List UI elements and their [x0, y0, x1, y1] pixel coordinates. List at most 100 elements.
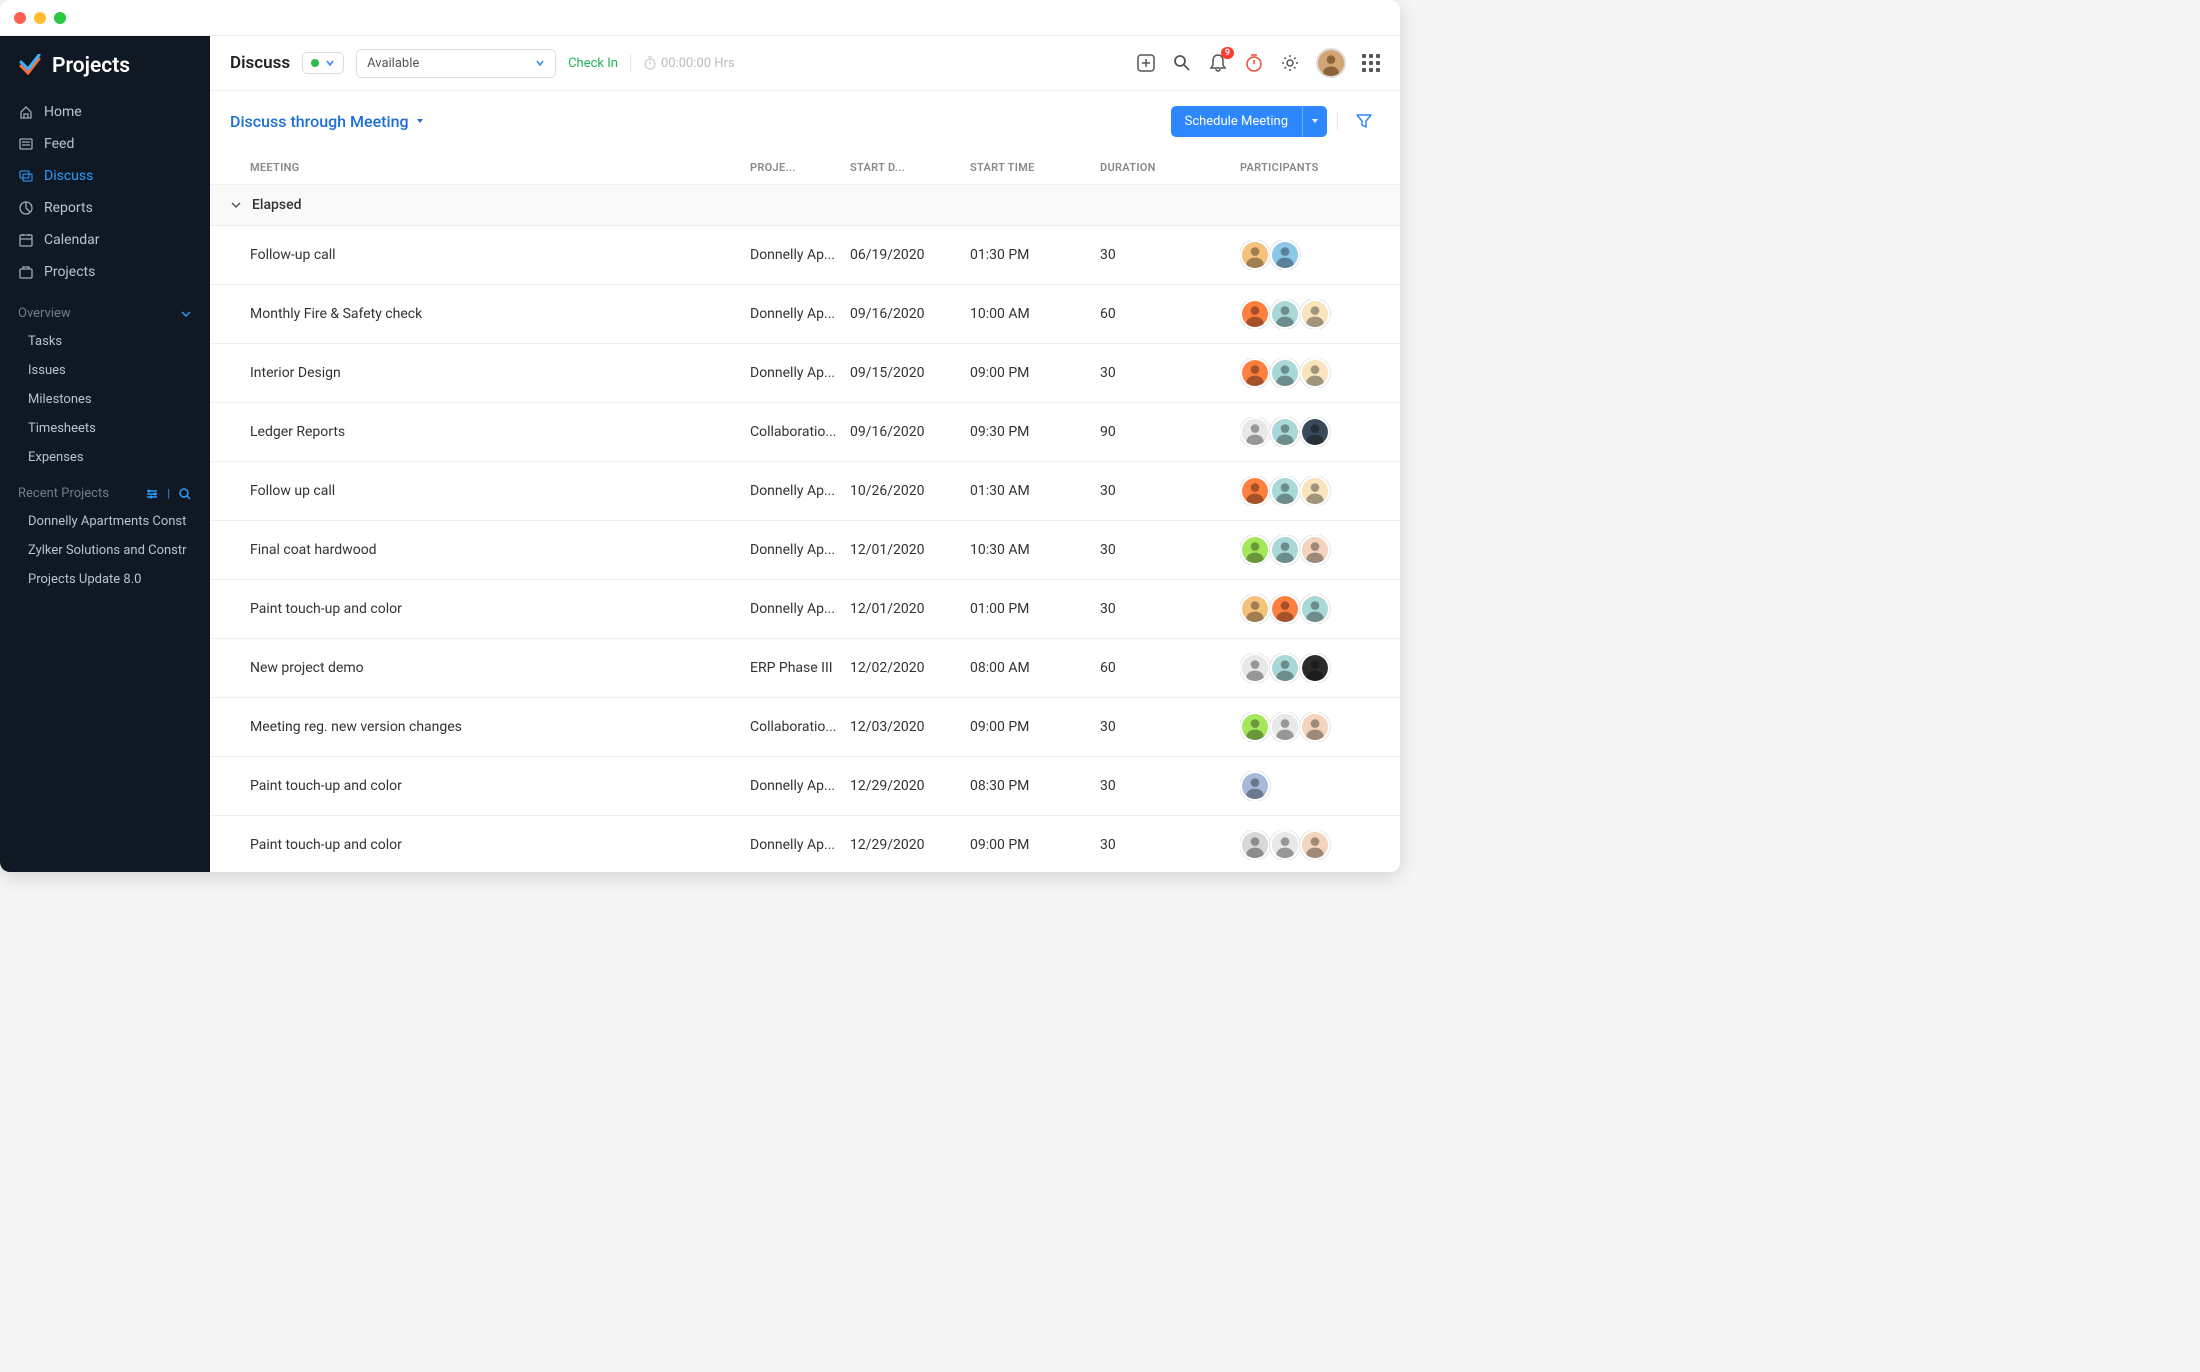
participant-avatar — [1300, 712, 1330, 742]
meeting-row[interactable]: New project demo ERP Phase III 12/02/202… — [210, 639, 1400, 698]
meeting-date: 06/19/2020 — [850, 247, 970, 263]
col-start-date[interactable]: START D... — [850, 161, 970, 174]
meeting-date: 12/01/2020 — [850, 542, 970, 558]
meeting-project: Donnelly Ap... — [750, 306, 850, 322]
settings-icon[interactable] — [145, 487, 159, 501]
view-dropdown[interactable]: Discuss through Meeting — [230, 112, 425, 131]
meeting-time: 10:00 AM — [970, 306, 1100, 322]
checkin-link[interactable]: Check In — [568, 56, 618, 71]
meeting-row[interactable]: Follow up call Donnelly Ap... 10/26/2020… — [210, 462, 1400, 521]
overview-item-expenses[interactable]: Expenses — [0, 443, 210, 472]
search-icon[interactable] — [1172, 53, 1192, 73]
divider — [630, 54, 631, 72]
participant-avatar — [1300, 358, 1330, 388]
meeting-row[interactable]: Paint touch-up and color Donnelly Ap... … — [210, 757, 1400, 816]
sidebar-item-home[interactable]: Home — [0, 96, 210, 128]
schedule-dropdown-arrow[interactable] — [1302, 106, 1327, 137]
sidebar-item-feed[interactable]: Feed — [0, 128, 210, 160]
participant-avatar — [1270, 476, 1300, 506]
overview-label: Overview — [18, 306, 71, 321]
col-meeting[interactable]: MEETING — [250, 161, 750, 174]
meeting-date: 12/02/2020 — [850, 660, 970, 676]
meeting-participants — [1240, 712, 1380, 742]
schedule-meeting-button[interactable]: Schedule Meeting — [1171, 106, 1327, 137]
overview-item-milestones[interactable]: Milestones — [0, 385, 210, 414]
meeting-row[interactable]: Ledger Reports Collaboratio... 09/16/202… — [210, 403, 1400, 462]
overview-item-issues[interactable]: Issues — [0, 356, 210, 385]
sidebar-item-projects[interactable]: Projects — [0, 256, 210, 288]
participant-avatar — [1270, 299, 1300, 329]
sidebar-item-reports[interactable]: Reports — [0, 192, 210, 224]
timer-icon[interactable] — [1244, 53, 1264, 73]
subheader: Discuss through Meeting Schedule Meeting — [210, 91, 1400, 151]
meeting-project: ERP Phase III — [750, 660, 850, 676]
group-header[interactable]: Elapsed — [210, 185, 1400, 226]
add-icon[interactable] — [1136, 53, 1156, 73]
nav-label: Discuss — [44, 168, 93, 184]
participant-avatar — [1300, 299, 1330, 329]
gear-icon[interactable] — [1280, 53, 1300, 73]
meeting-duration: 60 — [1100, 306, 1240, 322]
meeting-duration: 30 — [1100, 719, 1240, 735]
notifications-button[interactable]: 9 — [1208, 53, 1228, 73]
col-start-time[interactable]: START TIME — [970, 161, 1100, 174]
meeting-row[interactable]: Monthly Fire & Safety check Donnelly Ap.… — [210, 285, 1400, 344]
meeting-duration: 60 — [1100, 660, 1240, 676]
nav-label: Calendar — [44, 232, 100, 248]
meeting-row[interactable]: Interior Design Donnelly Ap... 09/15/202… — [210, 344, 1400, 403]
window-maximize-icon[interactable] — [54, 12, 66, 24]
recent-label: Recent Projects — [18, 486, 109, 501]
meeting-title: Final coat hardwood — [250, 542, 750, 558]
meeting-participants — [1240, 417, 1380, 447]
meeting-project: Donnelly Ap... — [750, 837, 850, 853]
meeting-project: Donnelly Ap... — [750, 778, 850, 794]
meeting-row[interactable]: Meeting reg. new version changes Collabo… — [210, 698, 1400, 757]
meeting-duration: 30 — [1100, 837, 1240, 853]
search-icon[interactable] — [178, 487, 192, 501]
caret-down-icon — [415, 116, 425, 126]
sidebar-section-overview[interactable]: Overview — [0, 292, 210, 327]
overview-item-timesheets[interactable]: Timesheets — [0, 414, 210, 443]
status-dropdown[interactable] — [302, 52, 344, 74]
table-header: MEETING PROJE... START D... START TIME D… — [210, 151, 1400, 185]
filter-button[interactable] — [1348, 105, 1380, 137]
availability-select[interactable]: Available — [356, 49, 556, 78]
chevron-down-icon — [535, 58, 545, 68]
timer-display: 00:00:00 Hrs — [643, 56, 735, 71]
feed-icon — [18, 136, 34, 152]
reports-icon — [18, 200, 34, 216]
participant-avatar — [1270, 653, 1300, 683]
sidebar-item-discuss[interactable]: Discuss — [0, 160, 210, 192]
meeting-time: 09:30 PM — [970, 424, 1100, 440]
user-avatar[interactable] — [1316, 48, 1346, 78]
meeting-project: Donnelly Ap... — [750, 365, 850, 381]
meeting-row[interactable]: Paint touch-up and color Donnelly Ap... … — [210, 816, 1400, 872]
meeting-duration: 30 — [1100, 483, 1240, 499]
meeting-date: 09/16/2020 — [850, 306, 970, 322]
chevron-down-icon — [325, 58, 335, 68]
nav-label: Projects — [44, 264, 95, 280]
meeting-duration: 90 — [1100, 424, 1240, 440]
recent-item[interactable]: Zylker Solutions and Constr — [0, 536, 210, 565]
participant-avatar — [1270, 830, 1300, 860]
meeting-row[interactable]: Follow-up call Donnelly Ap... 06/19/2020… — [210, 226, 1400, 285]
discuss-icon — [18, 168, 34, 184]
window-minimize-icon[interactable] — [34, 12, 46, 24]
recent-item[interactable]: Donnelly Apartments Const — [0, 507, 210, 536]
nav-label: Feed — [44, 136, 74, 152]
overview-item-tasks[interactable]: Tasks — [0, 327, 210, 356]
apps-menu-icon[interactable] — [1362, 54, 1380, 72]
col-duration[interactable]: DURATION — [1100, 161, 1240, 174]
meeting-project: Collaboratio... — [750, 719, 850, 735]
calendar-icon — [18, 232, 34, 248]
meeting-row[interactable]: Paint touch-up and color Donnelly Ap... … — [210, 580, 1400, 639]
window-close-icon[interactable] — [14, 12, 26, 24]
meeting-row[interactable]: Final coat hardwood Donnelly Ap... 12/01… — [210, 521, 1400, 580]
availability-label: Available — [367, 56, 419, 71]
recent-item[interactable]: Projects Update 8.0 — [0, 565, 210, 594]
sidebar-item-calendar[interactable]: Calendar — [0, 224, 210, 256]
col-project[interactable]: PROJE... — [750, 161, 850, 174]
notification-badge: 9 — [1221, 47, 1234, 59]
col-participants[interactable]: PARTICIPANTS — [1240, 161, 1380, 174]
meeting-time: 09:00 PM — [970, 365, 1100, 381]
